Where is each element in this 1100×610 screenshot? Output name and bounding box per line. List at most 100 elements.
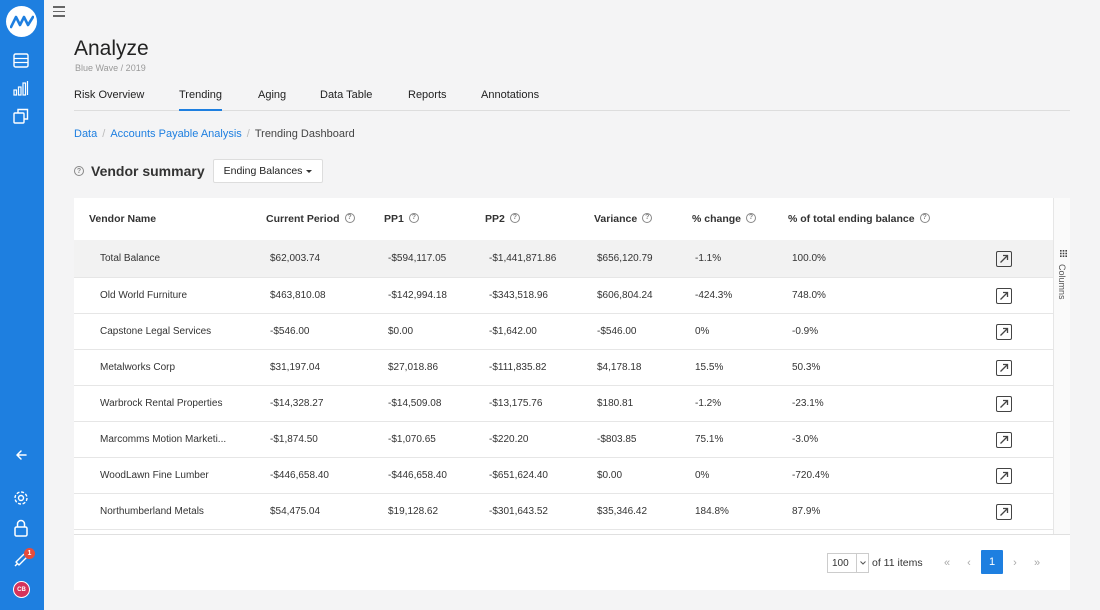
column-header-pp2[interactable]: PP2? [485,198,520,240]
cell-pp1: -$594,117.05 [388,253,447,264]
cell-variance: $0.00 [597,470,623,481]
cell-variance: $180.81 [597,398,634,409]
breadcrumb-accounts-payable[interactable]: Accounts Payable Analysis [110,128,241,140]
help-icon[interactable]: ? [919,213,930,224]
cell-pp2: -$301,643.52 [489,506,548,517]
breadcrumb-separator: / [102,128,106,140]
arrow-left-icon[interactable] [11,445,31,465]
tab-reports[interactable]: Reports [408,88,447,111]
column-header-label: PP2 [485,213,505,225]
page-title: Analyze [74,37,149,60]
open-external-icon[interactable] [996,359,1012,376]
prev-page-button[interactable]: ‹ [962,553,976,573]
open-external-icon[interactable] [996,250,1012,267]
cell-pp1: -$446,658.40 [388,470,447,481]
chart-icon[interactable] [11,78,31,98]
column-header-label: % of total ending balance [788,213,915,225]
hamburger-menu-icon[interactable] [53,6,65,18]
cell-vendor-name: Total Balance [100,253,161,264]
sidebar: 1 CB [0,0,44,610]
vendor-summary-title: Vendor summary [91,163,205,179]
cell-current-period: -$1,874.50 [270,434,318,445]
cell-variance: $606,804.24 [597,290,653,301]
help-icon[interactable]: ? [408,213,419,224]
column-header-percent-total[interactable]: % of total ending balance? [788,198,930,240]
vendor-summary-header: ? Vendor summary Ending Balances [74,159,324,183]
cell-percent-change: 0% [695,470,710,481]
cell-variance: $4,178.18 [597,362,642,373]
tab-annotations[interactable]: Annotations [481,88,539,111]
stack-icon[interactable] [11,106,31,126]
tab-aging[interactable]: Aging [258,88,286,111]
cell-variance: -$546.00 [597,326,637,337]
last-page-button[interactable]: » [1030,553,1044,573]
cell-pp1: -$14,509.08 [388,398,442,409]
help-icon[interactable]: ? [74,166,84,176]
open-external-icon[interactable] [996,503,1012,520]
open-external-icon[interactable] [996,395,1012,412]
cell-vendor-name: Metalworks Corp [100,362,176,373]
breadcrumb: Data / Accounts Payable Analysis / Trending … [74,128,355,140]
columns-label: Columns [1057,264,1067,300]
cell-pp1: -$142,994.18 [388,290,447,301]
cell-current-period: $31,197.04 [270,362,321,373]
cell-percent-total: -23.1% [792,398,824,409]
page-size-value: 100 [832,557,849,569]
dropdown-value: Ending Balances [223,165,303,177]
tab-risk-overview[interactable]: Risk Overview [74,88,144,111]
breadcrumb-data[interactable]: Data [74,128,97,140]
column-header-label: Current Period [266,213,340,225]
cell-current-period: $62,003.74 [270,253,321,264]
logo-icon[interactable] [6,6,37,37]
open-external-icon[interactable] [996,323,1012,340]
first-page-button[interactable]: « [940,553,954,573]
tab-trending[interactable]: Trending [179,88,223,111]
cell-pp2: -$220.20 [489,434,529,445]
notification-badge: 1 [24,548,35,559]
columns-panel[interactable]: Columns [1053,198,1070,534]
help-icon[interactable]: ? [344,213,355,224]
lock-icon[interactable] [11,518,31,538]
column-header-variance[interactable]: Variance? [594,198,653,240]
current-page-button[interactable]: 1 [981,550,1003,574]
cell-percent-total: 748.0% [792,290,826,301]
help-icon[interactable]: ? [746,213,757,224]
column-header-percent-change[interactable]: % change? [692,198,757,240]
table-grid: Vendor Name Current Period? PP1? PP2? Va… [74,198,1053,534]
next-page-button[interactable]: › [1008,553,1022,573]
open-external-icon[interactable] [996,287,1012,304]
tab-bar: Risk Overview Trending Aging Data Table … [74,88,1070,111]
pagination-footer: 100 of 11 items « ‹ 1 › » [74,534,1070,590]
table-row-total: Total Balance $62,003.74 -$594,117.05 -$1,4… [74,240,1053,278]
open-external-icon[interactable] [996,467,1012,484]
cell-percent-total: -720.4% [792,470,830,481]
cell-vendor-name: WoodLawn Fine Lumber [100,470,209,481]
avatar[interactable]: CB [13,581,30,598]
help-icon[interactable]: ? [642,213,653,224]
cell-percent-total: 100.0% [792,253,826,264]
chevron-down-icon [856,554,868,572]
table-row: Warbrock Rental Properties -$14,328.27 -$1… [74,386,1053,422]
cell-vendor-name: Old World Furniture [100,290,188,301]
cell-vendor-name: Northumberland Metals [100,506,204,517]
column-header-pp1[interactable]: PP1? [384,198,419,240]
cell-variance: $35,346.42 [597,506,648,517]
cell-vendor-name: Warbrock Rental Properties [100,398,223,409]
grip-icon [1060,250,1067,257]
tab-data-table[interactable]: Data Table [320,88,372,111]
column-header-vendor-name[interactable]: Vendor Name [89,198,156,240]
table-icon[interactable] [11,50,31,70]
cell-current-period: $54,475.04 [270,506,321,517]
open-external-icon[interactable] [996,431,1012,448]
table-row: Old World Furniture $463,810.08 -$142,994.… [74,278,1053,314]
column-header-current-period[interactable]: Current Period? [266,198,355,240]
cell-pp1: $0.00 [388,326,414,337]
gear-icon[interactable] [11,488,31,508]
help-icon[interactable]: ? [509,213,520,224]
cell-vendor-name: Marcomms Motion Marketi... [100,434,227,445]
ending-balances-dropdown[interactable]: Ending Balances [212,159,324,183]
page-size-select[interactable]: 100 [827,553,869,573]
caret-down-icon [306,169,313,173]
cell-vendor-name: Capstone Legal Services [100,326,212,337]
cell-percent-change: 75.1% [695,434,724,445]
